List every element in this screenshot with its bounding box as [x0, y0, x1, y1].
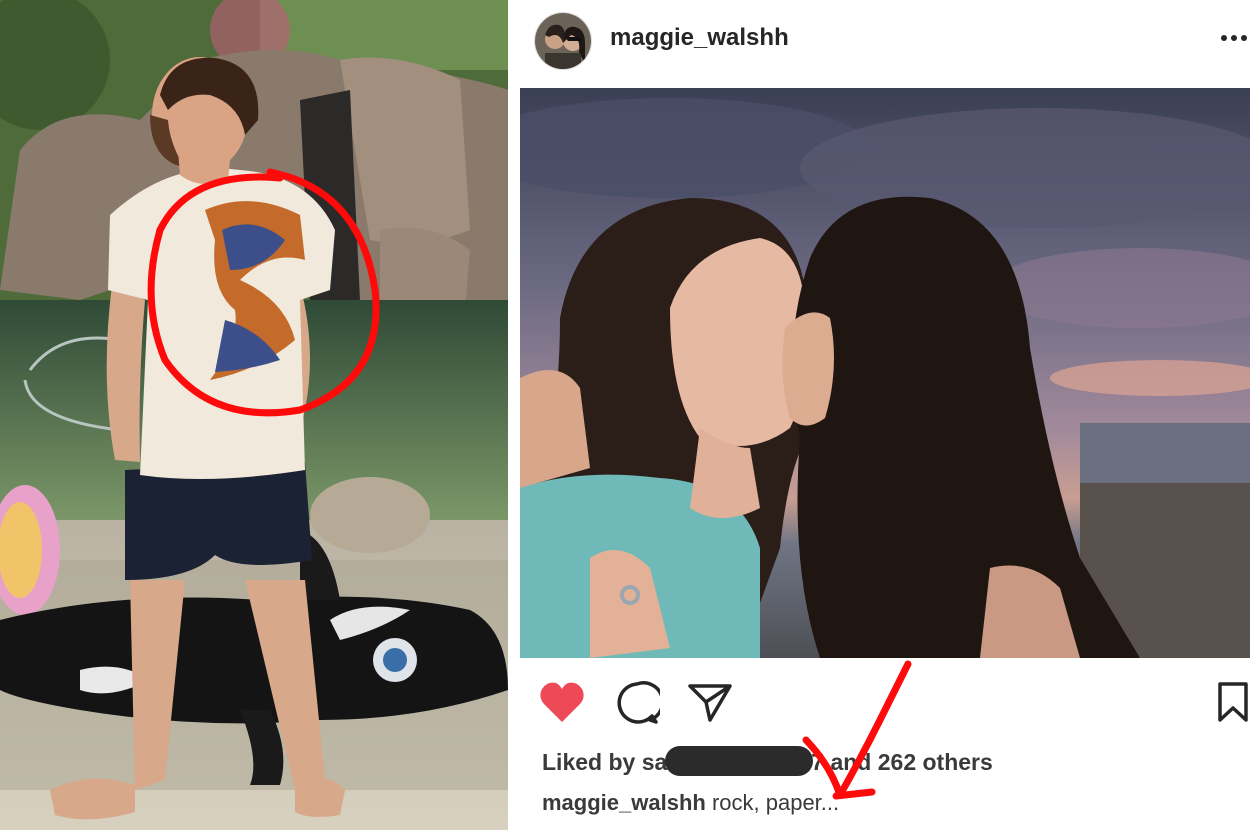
caption-username[interactable]: maggie_walshh [542, 790, 706, 815]
likes-prefix: Liked by sa [542, 749, 668, 775]
post-image[interactable] [520, 88, 1250, 658]
left-photo-shirt-back [0, 0, 508, 830]
instagram-post: maggie_walshh Liked by sa 7 and 262 othe… [520, 0, 1250, 830]
profile-avatar[interactable] [534, 12, 592, 70]
avatar-picture [535, 13, 591, 69]
likes-suffix: 7 and 262 others [811, 749, 993, 775]
caption-text: rock, paper... [705, 790, 840, 815]
bookmark-icon[interactable] [1216, 680, 1250, 729]
screenshot-canvas: maggie_walshh Liked by sa 7 and 262 othe… [0, 0, 1250, 830]
post-username[interactable]: maggie_walshh [610, 24, 789, 52]
post-header: maggie_walshh [520, 0, 1250, 86]
post-caption: maggie_walshh rock, paper... [542, 790, 839, 816]
sunset-kiss-photo [520, 88, 1250, 658]
post-action-bar [520, 668, 1250, 738]
likes-summary[interactable]: Liked by sa 7 and 262 others [542, 746, 993, 776]
comment-bubble-icon[interactable] [614, 680, 665, 731]
image-divider [508, 0, 520, 830]
send-arrow-icon[interactable] [686, 680, 734, 731]
more-options-icon[interactable] [1216, 18, 1250, 58]
redacted-name-bar [665, 746, 814, 776]
heart-icon[interactable] [538, 680, 586, 729]
pool-scene-illustration [0, 0, 508, 830]
